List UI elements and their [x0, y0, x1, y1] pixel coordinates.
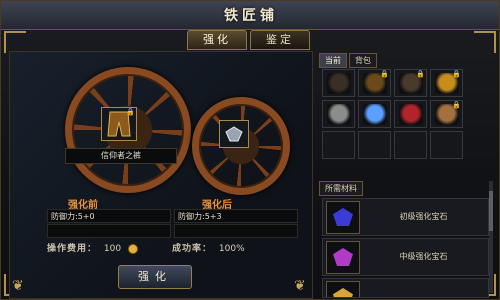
- gem-icon: [333, 288, 353, 297]
- scrollbar-thumb[interactable]: [489, 191, 493, 231]
- lock-icon: 🔒: [452, 101, 461, 109]
- enhance-button[interactable]: 强化: [118, 265, 192, 289]
- material-item[interactable]: 中级强化宝石: [322, 238, 489, 276]
- tab-identify[interactable]: 鉴定: [250, 30, 310, 50]
- rate-info: 成功率： 100%: [172, 241, 245, 254]
- inventory-slot[interactable]: [322, 131, 355, 159]
- lock-icon: 🔒: [452, 70, 461, 78]
- ornament-icon: ❦: [294, 278, 306, 294]
- gem-slot: [326, 241, 360, 274]
- inventory-slot[interactable]: [358, 131, 391, 159]
- materials-label: 所需材料: [319, 181, 363, 196]
- gem-slot: [326, 201, 360, 234]
- bracer-icon: [327, 73, 351, 94]
- enhance-panel: 🔒 信仰者之裤 强化前 强化后 防御力:5+0 防御力:5+3 操作费用： 10…: [9, 51, 313, 299]
- rune-icon: [363, 104, 387, 125]
- cost-info: 操作费用： 100: [47, 241, 138, 254]
- gem-slot: [326, 281, 360, 297]
- material-name: 初级强化宝石: [399, 212, 448, 221]
- orb-icon: [327, 104, 351, 125]
- materials-scrollbar[interactable]: [489, 181, 493, 293]
- rate-value: 100%: [218, 244, 245, 254]
- inventory-slot[interactable]: [322, 100, 355, 128]
- cost-label: 操作费用：: [47, 244, 98, 254]
- inventory-slot[interactable]: [430, 131, 463, 159]
- before-stat-empty: [47, 224, 171, 238]
- inventory-slot[interactable]: 🔒: [358, 69, 391, 97]
- tab-enhance[interactable]: 强化: [187, 30, 247, 50]
- inventory-slot[interactable]: 🔒: [430, 100, 463, 128]
- ornament-icon: ❦: [12, 278, 24, 294]
- frame-corner: [4, 31, 26, 53]
- inventory-slot[interactable]: 🔒: [430, 69, 463, 97]
- tab-current[interactable]: 当前: [319, 53, 347, 68]
- after-stat: 防御力:5+3: [174, 209, 298, 223]
- armor-icon: [399, 104, 423, 125]
- inventory-slot[interactable]: [358, 100, 391, 128]
- main-tabs: 强化 鉴定: [187, 30, 310, 50]
- after-stat-empty: [174, 224, 298, 238]
- inventory-grid: 🔒 🔒 🔒 🔒: [322, 69, 463, 159]
- inventory-slot[interactable]: [322, 69, 355, 97]
- frame-corner: [474, 31, 496, 53]
- gem-icon: [225, 126, 243, 142]
- material-item[interactable]: [322, 278, 489, 298]
- before-stat: 防御力:5+0: [47, 209, 171, 223]
- inventory-slot[interactable]: 🔒: [394, 69, 427, 97]
- item-name-label: 信仰者之裤: [65, 148, 177, 164]
- lock-icon: 🔒: [126, 108, 135, 116]
- result-slot: [219, 120, 249, 148]
- coin-icon: [127, 243, 138, 254]
- title-bar: 铁匠铺: [1, 1, 499, 30]
- inventory-tabs: 当前 背包: [319, 53, 377, 68]
- inventory-slot[interactable]: [394, 131, 427, 159]
- equipment-slot[interactable]: 🔒: [101, 107, 137, 141]
- material-name: 中级强化宝石: [399, 252, 448, 261]
- blacksmith-window: 铁匠铺 强化 鉴定 🔒 信仰者之裤 强化前 强化后 防御力:5+0 防御力:5+…: [0, 0, 500, 300]
- gem-icon: [333, 248, 353, 266]
- tab-backpack[interactable]: 背包: [349, 53, 377, 68]
- material-item[interactable]: 初级强化宝石: [322, 198, 489, 236]
- rate-label: 成功率：: [172, 244, 213, 254]
- lock-icon: 🔒: [416, 70, 425, 78]
- cost-value: 100: [103, 244, 122, 254]
- inventory-panel: 当前 背包 🔒 🔒 🔒 🔒 所需材料 初级强化宝石 中级强化宝石: [319, 51, 495, 298]
- inventory-slot[interactable]: [394, 100, 427, 128]
- lock-icon: 🔒: [380, 70, 389, 78]
- gem-icon: [333, 208, 353, 226]
- window-title: 铁匠铺: [224, 8, 278, 24]
